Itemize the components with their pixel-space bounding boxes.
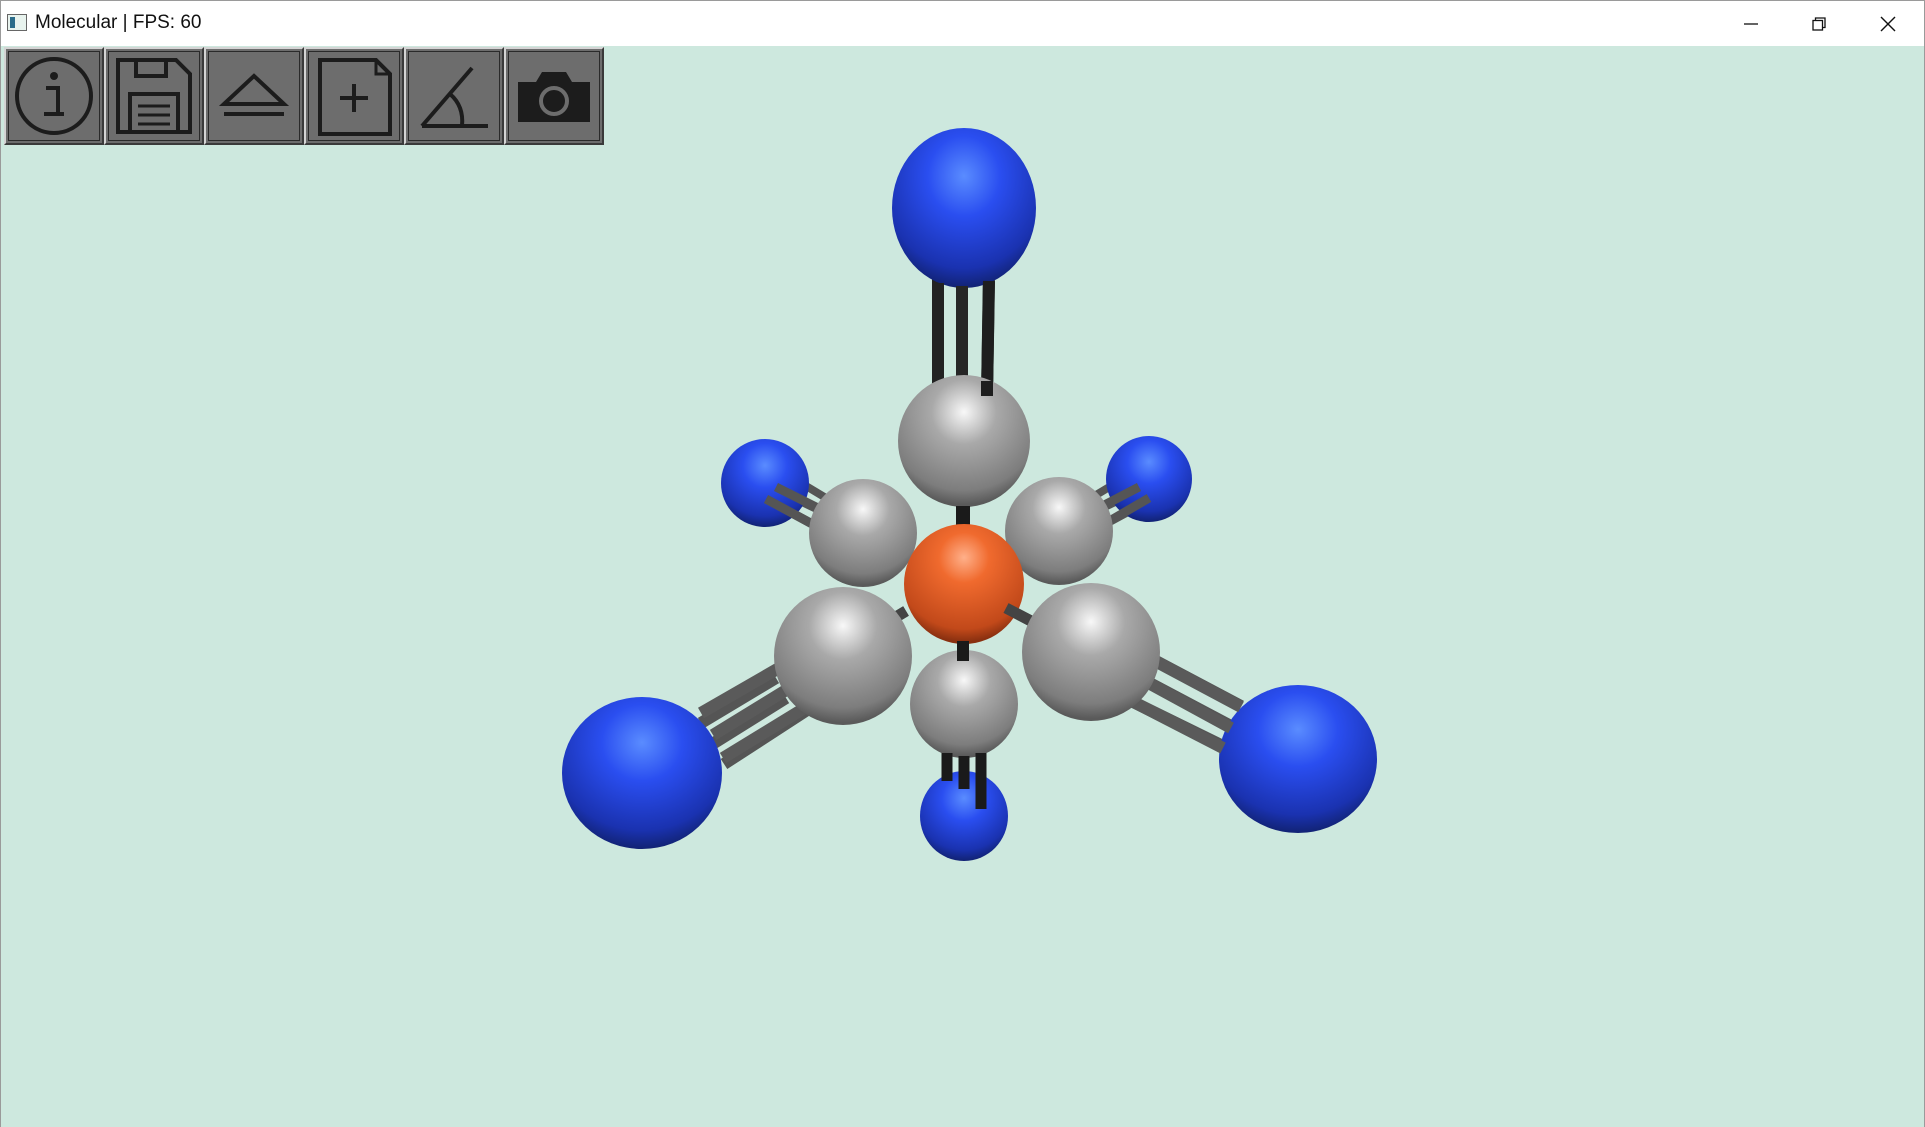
carbon-atom-lower-right (1022, 583, 1160, 721)
save-button[interactable] (104, 47, 204, 145)
window-title: Molecular | FPS: 60 (35, 12, 202, 33)
new-file-icon (318, 58, 392, 136)
nitrogen-atom-top (892, 128, 1036, 288)
app-window: Molecular | FPS: 60 (0, 0, 1925, 1127)
app-icon (7, 14, 27, 31)
info-icon (15, 57, 93, 135)
save-icon (116, 58, 192, 134)
carbon-atom-top (898, 375, 1030, 507)
minimize-button[interactable] (1717, 1, 1785, 46)
camera-icon (518, 72, 590, 122)
restore-icon (1812, 16, 1826, 31)
nitrogen-atom-lower-right (1219, 685, 1377, 833)
atoms (562, 128, 1377, 861)
carbon-atom-bottom (910, 650, 1018, 758)
carbon-atom-lower-left (774, 587, 912, 725)
info-button[interactable] (4, 47, 104, 145)
minimize-icon (1744, 22, 1758, 25)
new-file-button[interactable] (304, 47, 404, 145)
screenshot-button[interactable] (504, 47, 604, 145)
eject-icon (218, 73, 290, 116)
molecule-viewport[interactable] (1, 46, 1924, 1127)
carbon-atom-upper-left (809, 479, 917, 587)
restore-button[interactable] (1785, 1, 1853, 46)
angle-icon (420, 66, 488, 128)
nitrogen-atom-lower-left (562, 697, 722, 849)
metal-atom-center (904, 524, 1024, 644)
toolbar (4, 47, 604, 145)
close-icon (1880, 16, 1896, 31)
nitrogen-atom-right-small (1106, 436, 1192, 522)
title-bar[interactable]: Molecular | FPS: 60 (1, 1, 1924, 46)
eject-button[interactable] (204, 47, 304, 145)
measure-angle-button[interactable] (404, 47, 504, 145)
molecule-render (562, 128, 1377, 861)
close-button[interactable] (1854, 1, 1922, 46)
